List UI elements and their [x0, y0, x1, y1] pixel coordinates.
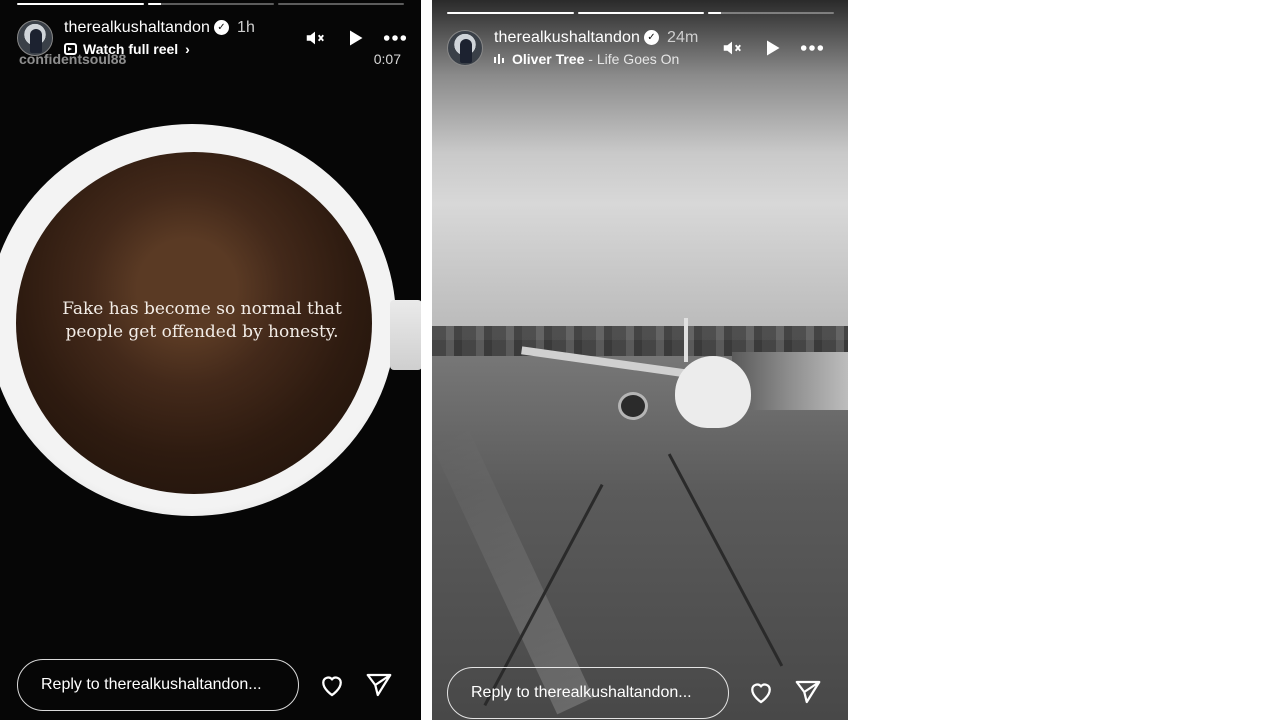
plane-engine-image — [618, 392, 648, 420]
reply-input[interactable]: Reply to therealkushaltandon... — [447, 667, 729, 719]
story-quote-text: Fake has become so normal that people ge… — [62, 299, 342, 342]
progress-segment — [278, 3, 404, 5]
post-time: 24m — [667, 29, 699, 46]
chevron-right-icon: › — [185, 41, 190, 57]
progress-segment — [447, 12, 574, 14]
story-controls — [720, 36, 824, 60]
play-icon[interactable] — [760, 36, 784, 60]
story-header: therealkushaltandon ✓ 24m Oliver Tree - Li… — [447, 28, 834, 78]
heart-icon[interactable] — [746, 677, 776, 707]
music-icon — [494, 54, 504, 64]
username-link[interactable]: therealkushaltandon — [64, 19, 210, 36]
overlay-tag: confidentsoul88 — [19, 51, 127, 67]
verified-icon: ✓ — [644, 30, 660, 46]
progress-segment — [578, 12, 704, 14]
mute-icon[interactable] — [303, 26, 327, 50]
mute-icon[interactable] — [720, 36, 744, 60]
video-duration: 0:07 — [373, 51, 401, 67]
story-panel-airport[interactable]: therealkushaltandon ✓ 24m Oliver Tree - Li… — [432, 0, 848, 720]
progress-segment — [17, 3, 144, 5]
send-icon[interactable] — [793, 677, 823, 707]
music-song: Life Goes On — [596, 51, 680, 67]
story-divider — [421, 0, 432, 720]
play-icon[interactable] — [343, 26, 367, 50]
send-icon[interactable] — [364, 670, 394, 700]
progress-segment — [148, 3, 274, 5]
cup-handle-image — [390, 300, 421, 370]
plane-tail-image — [684, 318, 688, 362]
username-row: therealkushaltandon ✓ 1h — [64, 19, 255, 37]
more-icon[interactable] — [800, 36, 824, 60]
music-attribution[interactable]: Oliver Tree - Life Goes On — [494, 51, 679, 67]
story-panel-coffee[interactable]: Fake has become so normal that people ge… — [0, 0, 421, 720]
reply-input[interactable]: Reply to therealkushaltandon... — [17, 659, 299, 711]
story-controls — [303, 26, 407, 50]
more-icon[interactable] — [383, 26, 407, 50]
avatar[interactable] — [447, 30, 483, 66]
progress-segment — [708, 12, 834, 14]
music-artist: Oliver Tree — [512, 51, 585, 67]
post-time: 1h — [237, 19, 256, 36]
username-link[interactable]: therealkushaltandon — [494, 29, 640, 46]
story-progress-bar — [17, 3, 404, 5]
music-separator: - — [584, 51, 597, 67]
story-progress-bar — [447, 12, 834, 14]
heart-icon[interactable] — [317, 670, 347, 700]
airplane-image — [675, 356, 751, 428]
verified-icon: ✓ — [214, 20, 230, 36]
username-row: therealkushaltandon ✓ 24m — [494, 29, 698, 47]
